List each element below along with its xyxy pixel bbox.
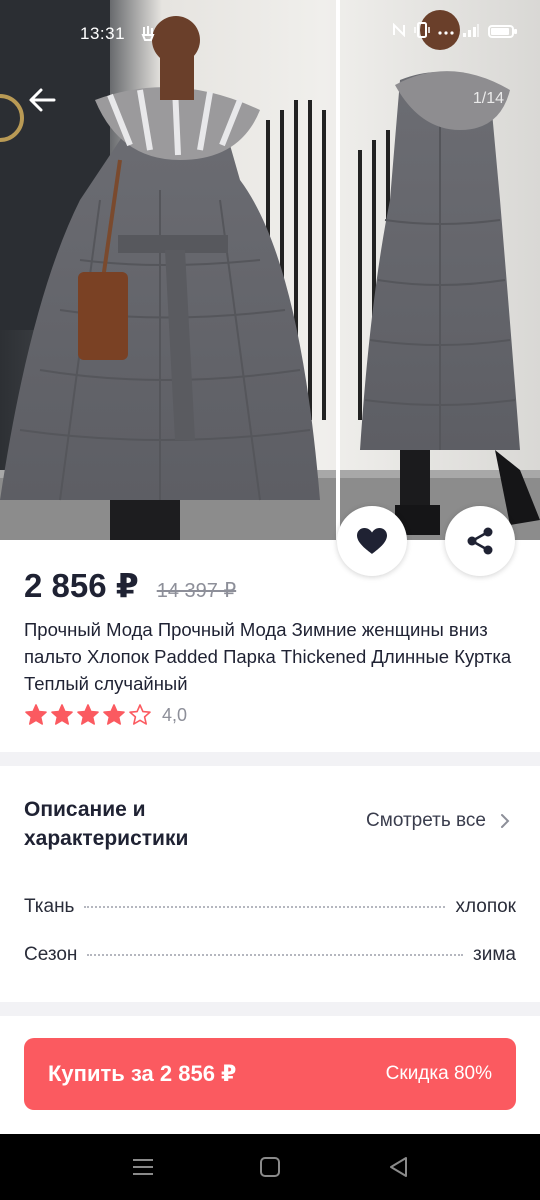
dots-icon	[438, 24, 454, 40]
share-button[interactable]	[445, 506, 515, 576]
star-filled-icon	[25, 704, 47, 725]
back-button[interactable]	[26, 84, 58, 116]
image-counter: 1/14	[472, 90, 504, 107]
nav-back-button[interactable]	[386, 1154, 412, 1180]
battery-icon	[488, 25, 517, 38]
heart-icon	[357, 528, 387, 554]
system-nav-bar	[0, 1134, 540, 1200]
nav-menu-button[interactable]	[130, 1154, 156, 1180]
current-price: 2 856 ₽	[24, 567, 139, 604]
buy-button-label: Купить за 2 856 ₽	[48, 1061, 237, 1086]
section-divider	[0, 752, 540, 766]
star-filled-icon	[103, 704, 125, 725]
vibrate-icon	[414, 22, 430, 41]
spec-dots	[87, 954, 464, 956]
rating-stars	[24, 703, 152, 727]
nav-home-button[interactable]	[257, 1154, 283, 1180]
status-bar: 13:31	[0, 0, 540, 66]
chevron-right-icon	[501, 814, 510, 828]
buy-button[interactable]: Купить за 2 856 ₽ Скидка 80%	[24, 1038, 516, 1110]
old-price: 14 397 ₽	[156, 580, 237, 602]
spec-value: зима	[473, 944, 516, 965]
description-title: Описание и характеристики	[24, 798, 189, 850]
spec-row-season: Сезон зима	[24, 944, 516, 966]
spec-label: Сезон	[24, 944, 78, 965]
rating-value: 4,0	[162, 704, 188, 725]
spec-dots	[84, 906, 446, 908]
product-photo-image	[0, 0, 540, 540]
share-icon	[467, 527, 493, 555]
see-all-link[interactable]: Смотреть все	[366, 810, 510, 832]
section-divider	[0, 1002, 540, 1016]
nfc-icon	[392, 22, 406, 40]
rating[interactable]: 4,0	[24, 703, 187, 727]
status-icons	[392, 22, 517, 41]
spec-row-fabric: Ткань хлопок	[24, 896, 516, 918]
back-arrow-icon	[29, 88, 56, 112]
star-filled-icon	[77, 704, 99, 725]
signal-icon	[462, 23, 480, 40]
status-time: 13:31	[80, 24, 126, 43]
star-empty-icon	[129, 704, 151, 725]
home-square-icon	[260, 1157, 280, 1177]
star-filled-icon	[51, 704, 73, 725]
spec-value: хлопок	[455, 896, 516, 917]
favorite-button[interactable]	[337, 506, 407, 576]
price-row: 2 856 ₽ 14 397 ₽	[24, 566, 236, 605]
back-triangle-icon	[390, 1157, 407, 1177]
see-all-label: Смотреть все	[366, 810, 486, 831]
spec-label: Ткань	[24, 896, 75, 917]
discount-label: Скидка 80%	[385, 1063, 492, 1084]
product-title: Прочный Мода Прочный Мода Зимние женщины…	[24, 619, 512, 694]
product-photo[interactable]	[0, 0, 540, 540]
menu-icon	[133, 1159, 153, 1175]
do-not-disturb-icon	[141, 25, 155, 44]
